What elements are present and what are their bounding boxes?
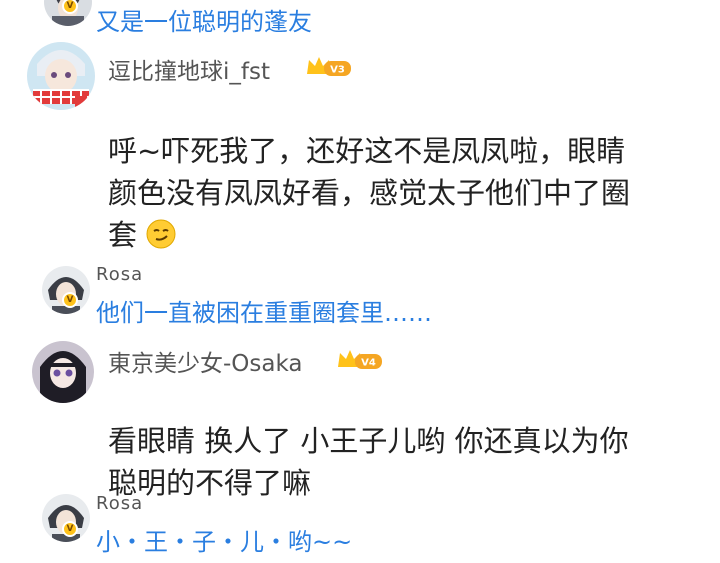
- comment-body: 呼~吓死我了，还好这不是凤凤啦，眼睛 颜色没有凤凤好看，感觉太子他们中了圈 套: [108, 130, 708, 256]
- comment-line: 套: [108, 214, 708, 256]
- vip-crown-icon: V4: [337, 347, 383, 375]
- reply-text: 又是一位聪明的蓬友: [96, 8, 312, 36]
- comment-line: 呼~吓死我了，还好这不是凤凤啦，眼睛: [108, 134, 626, 168]
- comment-username[interactable]: 逗比撞地球i_fst: [108, 52, 270, 86]
- reply-username[interactable]: Rosa: [96, 493, 143, 514]
- comment-line: 颜色没有凤凤好看，感觉太子他们中了圈: [108, 176, 631, 210]
- comment-line: 看眼睛 换人了 小王子儿哟 你还真以为你: [108, 424, 629, 458]
- comment-username[interactable]: 東京美少女-Osaka: [108, 344, 303, 378]
- smirk-emoji-icon: [146, 219, 176, 249]
- comment-line: 聪明的不得了嘛: [108, 466, 312, 500]
- reply-text: 他们一直被困在重重圈套里……: [96, 299, 432, 327]
- avatar[interactable]: [32, 341, 94, 403]
- level-text: V3: [330, 65, 345, 76]
- reply-text: 小・王・子・儿・哟~~: [96, 528, 353, 556]
- avatar[interactable]: [27, 42, 95, 110]
- vip-crown-icon: V3: [306, 54, 352, 82]
- comment-body: 看眼睛 换人了 小王子儿哟 你还真以为你 聪明的不得了嘛: [108, 420, 708, 504]
- reply-username[interactable]: Rosa: [96, 264, 143, 285]
- verified-badge-icon: V: [62, 292, 78, 308]
- level-text: V4: [361, 358, 376, 369]
- verified-badge-icon: V: [62, 521, 78, 537]
